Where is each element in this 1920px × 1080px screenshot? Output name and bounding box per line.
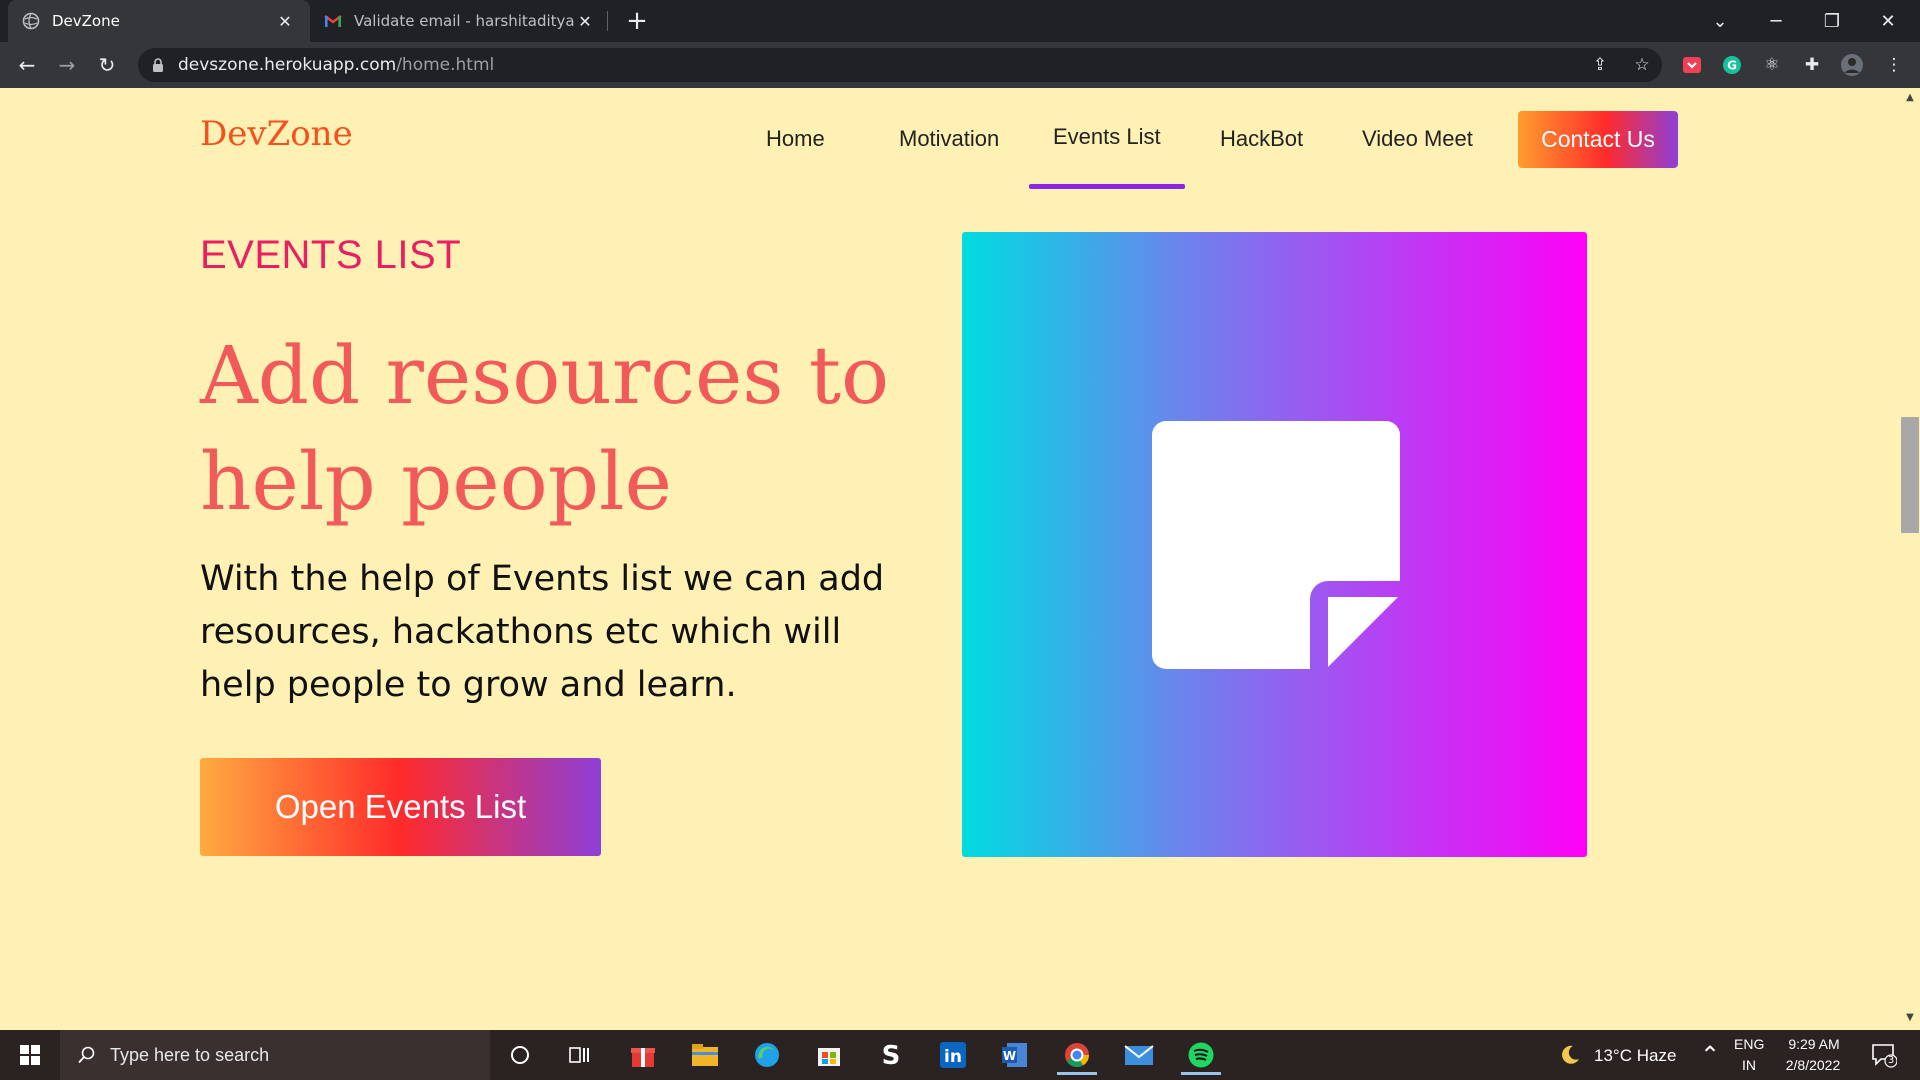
- search-icon: [78, 1046, 96, 1064]
- chrome-icon[interactable]: [1053, 1035, 1101, 1075]
- tab-gmail[interactable]: Validate email - harshitaditya27@ ✕: [310, 0, 610, 42]
- active-app-indicator: [1057, 1072, 1097, 1075]
- gmail-icon: [324, 12, 342, 30]
- region-code[interactable]: IN: [1742, 1057, 1756, 1073]
- search-placeholder: Type here to search: [110, 1044, 270, 1065]
- globe-icon: [22, 12, 40, 30]
- restore-button[interactable]: ❐: [1804, 0, 1860, 42]
- nav-hackbot[interactable]: HackBot: [1220, 126, 1303, 152]
- start-button[interactable]: [0, 1030, 60, 1080]
- nav-active-indicator: [1029, 184, 1185, 189]
- hero-illustration: [962, 232, 1587, 857]
- mail-icon[interactable]: [1115, 1035, 1163, 1075]
- back-button[interactable]: ←: [12, 50, 42, 80]
- spotify-icon[interactable]: [1177, 1035, 1225, 1075]
- url-host: devszone.herokuapp.com: [178, 55, 397, 75]
- close-window-button[interactable]: ✕: [1860, 0, 1916, 42]
- windows-taskbar: Type here to search S in W 13°C Haze ⌃ E…: [0, 1030, 1920, 1080]
- scroll-up-arrow-icon[interactable]: ▲: [1904, 92, 1916, 104]
- close-icon[interactable]: ✕: [274, 10, 296, 32]
- nav-video-meet[interactable]: Video Meet: [1362, 126, 1473, 152]
- cortana-icon[interactable]: [496, 1035, 544, 1075]
- hero-description: With the help of Events list we can add …: [200, 559, 885, 705]
- svg-text:in: in: [944, 1047, 962, 1067]
- weather-text[interactable]: 13°C Haze: [1594, 1046, 1676, 1066]
- tab-devzone[interactable]: DevZone ✕: [8, 0, 310, 42]
- bookmark-star-icon[interactable]: ☆: [1630, 53, 1654, 77]
- profile-avatar[interactable]: [1840, 53, 1864, 77]
- svg-text:S: S: [882, 1041, 901, 1069]
- weather-moon-icon[interactable]: [1546, 1035, 1594, 1075]
- scroll-down-arrow-icon[interactable]: ▼: [1904, 1012, 1916, 1024]
- gift-app-icon[interactable]: [619, 1035, 667, 1075]
- tray-chevron-up-icon[interactable]: ⌃: [1686, 1035, 1734, 1075]
- microsoft-store-icon[interactable]: [805, 1035, 853, 1075]
- section-eyebrow: EVENTS LIST: [200, 233, 462, 277]
- url-path: /home.html: [396, 55, 495, 75]
- open-events-list-button[interactable]: Open Events List: [200, 758, 601, 856]
- browser-tab-bar: DevZone ✕ Validate email - harshitaditya…: [0, 0, 1920, 42]
- skype-icon[interactable]: S: [867, 1035, 915, 1075]
- pocket-extension-icon[interactable]: [1680, 53, 1704, 77]
- page-scrollbar[interactable]: ▲ ▼: [1900, 88, 1920, 1030]
- taskbar-search-box[interactable]: Type here to search: [60, 1030, 490, 1080]
- clock-time[interactable]: 9:29 AM: [1786, 1036, 1842, 1052]
- nav-events-list[interactable]: Events List: [1053, 124, 1161, 150]
- word-icon[interactable]: W: [991, 1035, 1039, 1075]
- lock-icon: [152, 58, 164, 72]
- page-content: DevZone Home Motivation Events List Hack…: [0, 88, 1900, 1030]
- share-icon[interactable]: ⇪: [1588, 53, 1612, 77]
- notification-count: 3: [1887, 1055, 1895, 1066]
- hero-headline: Add resources to help people: [200, 329, 890, 528]
- tab-separator: [607, 11, 608, 31]
- tab-search-chevron-icon[interactable]: ⌄: [1692, 0, 1748, 42]
- svg-text:W: W: [1003, 1049, 1016, 1063]
- grammarly-extension-icon[interactable]: G: [1720, 53, 1744, 77]
- windows-logo-icon: [20, 1045, 40, 1065]
- address-bar[interactable]: devszone.herokuapp.com/home.html: [138, 48, 1662, 82]
- tab-title: Validate email - harshitaditya27@: [354, 12, 574, 30]
- forward-button[interactable]: →: [52, 50, 82, 80]
- nav-home[interactable]: Home: [766, 126, 825, 152]
- edge-browser-icon[interactable]: [743, 1035, 791, 1075]
- task-view-icon[interactable]: [556, 1035, 604, 1075]
- react-devtools-icon[interactable]: ⚛: [1760, 53, 1784, 77]
- reload-button[interactable]: ↻: [92, 50, 122, 80]
- clock-date[interactable]: 2/8/2022: [1780, 1057, 1846, 1073]
- browser-toolbar: ← → ↻ devszone.herokuapp.com/home.html ⇪…: [0, 42, 1920, 88]
- svg-text:G: G: [1727, 59, 1737, 73]
- minimize-button[interactable]: ─: [1748, 0, 1804, 42]
- contact-us-button[interactable]: Contact Us: [1518, 111, 1678, 168]
- browser-menu-icon[interactable]: ⋮: [1882, 53, 1906, 77]
- close-icon[interactable]: ✕: [574, 10, 596, 32]
- scrollbar-thumb[interactable]: [1901, 417, 1919, 533]
- site-logo[interactable]: DevZone: [200, 114, 353, 154]
- new-tab-button[interactable]: +: [622, 6, 652, 36]
- active-app-indicator: [1181, 1072, 1221, 1075]
- notification-center-icon[interactable]: 3: [1860, 1035, 1908, 1075]
- linkedin-icon[interactable]: in: [929, 1035, 977, 1075]
- language-code[interactable]: ENG: [1734, 1036, 1764, 1052]
- nav-motivation[interactable]: Motivation: [899, 126, 999, 152]
- file-explorer-icon[interactable]: [681, 1035, 729, 1075]
- sticky-note-icon: [1152, 421, 1400, 669]
- tab-title: DevZone: [52, 12, 120, 30]
- extensions-puzzle-icon[interactable]: ✚: [1800, 53, 1824, 77]
